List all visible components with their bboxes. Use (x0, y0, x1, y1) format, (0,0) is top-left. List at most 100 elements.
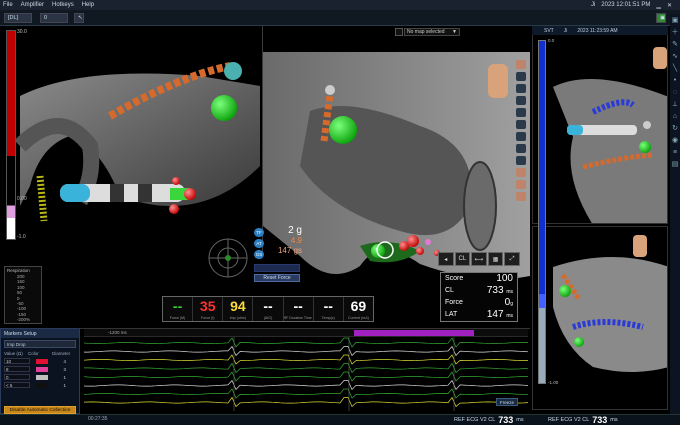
view-thumb[interactable] (516, 192, 526, 201)
respiration-title: Respiration (7, 268, 30, 273)
legend-value[interactable]: 10 (4, 358, 30, 364)
metric-cell: -- (AIG) (253, 297, 284, 321)
pointer-icon[interactable]: ↖ (74, 13, 84, 23)
view-thumb[interactable] (516, 120, 526, 129)
catheter-head (224, 62, 242, 80)
legend-row[interactable]: 01 (1, 373, 79, 381)
metric-value: -- (323, 298, 333, 314)
view-divider (262, 26, 263, 256)
legend-row[interactable]: 83 (1, 365, 79, 373)
legend-diameter[interactable]: 4 (54, 359, 77, 364)
rf-bar (354, 330, 474, 336)
menu-file[interactable]: File (3, 2, 13, 8)
tag-icon[interactable]: ⌂ (673, 112, 677, 121)
lasso-icon[interactable]: ◌ (673, 88, 677, 97)
egm-trace (84, 362, 528, 374)
egm-time-label: -1200 ms (108, 330, 127, 335)
refresh-icon[interactable]: ↻ (672, 124, 678, 133)
reset-force-button[interactable]: Reset Force (254, 274, 300, 282)
eye-icon[interactable]: ◉ (672, 136, 678, 145)
right-timestamp: 2023 11:23:59 AM (577, 27, 618, 34)
metric-value: 69 (350, 298, 367, 314)
metric-label: Force (M) (169, 316, 186, 320)
view-thumb[interactable] (516, 60, 526, 69)
header-diameter: Diameter (52, 351, 71, 356)
view-thumb[interactable] (516, 180, 526, 189)
score-toolbar: ◂ CL ⟷ ▦ ⤢ (438, 252, 520, 266)
camera-icon[interactable]: ▤ (672, 160, 679, 169)
curve-icon[interactable]: ∿ (672, 52, 678, 61)
voltage-color-bar[interactable] (6, 30, 16, 240)
status-time: 00:27:35 (88, 416, 108, 422)
view-thumbnails (516, 60, 528, 230)
egm-traces[interactable] (84, 337, 528, 411)
legend-diameter[interactable]: 3 (54, 367, 77, 372)
legend-row[interactable]: < 5 1 (1, 381, 79, 389)
pen-icon[interactable]: ✎ (672, 40, 678, 49)
legend-color-swatch[interactable] (35, 366, 48, 372)
view-thumb[interactable] (516, 132, 526, 141)
menu-hotkeys[interactable]: Hotkeys (52, 2, 74, 8)
layers-icon[interactable]: ≡ (673, 148, 677, 157)
tool-column: ▣ ＋ ✎ ∿ ╲ • ◌ ⟂ ⌂ ↻ ◉ ≡ ▤ (670, 14, 680, 425)
view-thumb[interactable] (516, 144, 526, 153)
menu-bar: File Amplifier Hotkeys Help Ji 2023 12:0… (0, 0, 680, 10)
respiration-panel: Respiration 200 150 100 50 0 -50 -100 -1… (4, 266, 42, 324)
freeze-button[interactable]: Freeze (496, 398, 518, 406)
egm-trace (84, 379, 528, 391)
view-thumb[interactable] (516, 168, 526, 177)
legend-row[interactable]: 10 4 (1, 357, 79, 365)
scale-mid: 0.00 (17, 196, 27, 202)
legend-value[interactable]: < 5 (4, 382, 30, 388)
cl-label: CL (445, 287, 454, 294)
marker-type-select[interactable]: Imp Drop (4, 340, 76, 348)
align-left-icon[interactable]: ◂ (438, 252, 454, 266)
ruler-icon[interactable]: ⟂ (673, 100, 678, 109)
cl-button[interactable]: CL (454, 252, 471, 266)
legend-value[interactable]: 8 (4, 366, 30, 372)
view-thumb[interactable] (516, 84, 526, 93)
map-icon[interactable]: ▣ (672, 16, 679, 25)
legend-diameter[interactable]: 1 (54, 375, 77, 380)
ref-ecg-readout-2: REF ECG V2 CL 733 ms (548, 414, 618, 425)
plus-icon[interactable]: ＋ (672, 28, 679, 37)
ref-ecg-unit: ms (610, 416, 618, 423)
view-thumb[interactable] (516, 108, 526, 117)
score-panel: Score 100 CL 733 ms Force 0g LAT 147 ms (440, 272, 518, 322)
legend-value[interactable]: 0 (4, 374, 30, 380)
metric-cell: 69 Current (mA) (344, 297, 373, 321)
menu-amplifier[interactable]: Amplifier (21, 2, 44, 8)
minimize-icon[interactable]: ▁ (656, 2, 661, 9)
map-icon[interactable]: ▣ (656, 13, 666, 23)
metric-value: 94 (230, 298, 246, 314)
line-icon[interactable]: ╲ (673, 64, 677, 73)
grid-icon[interactable]: ▦ (487, 252, 504, 266)
layout-button[interactable]: [DL] (4, 13, 32, 23)
egm-trace (84, 337, 528, 348)
header-color: Color (28, 351, 39, 356)
map-visibility-checkbox[interactable] (395, 28, 403, 36)
ruler-icon[interactable]: ⟷ (471, 252, 487, 266)
coil-catheter (36, 175, 48, 222)
legend-color-swatch[interactable] (35, 358, 48, 364)
map-select[interactable]: No map selected ▼ (404, 28, 460, 36)
legend-color-swatch[interactable] (35, 374, 48, 380)
view-thumb[interactable] (516, 72, 526, 81)
right-top-3d-view[interactable] (532, 26, 668, 224)
view-thumb[interactable] (516, 156, 526, 165)
disable-collection-button[interactable]: Disable Automatic Collection (4, 406, 76, 414)
view-thumb[interactable] (516, 96, 526, 105)
legend-color-swatch[interactable] (35, 382, 48, 388)
expand-icon[interactable]: ⤢ (504, 252, 520, 266)
legend-diameter[interactable]: 1 (54, 383, 77, 388)
close-icon[interactable]: ✕ (667, 2, 672, 9)
menu-help[interactable]: Help (82, 2, 94, 8)
counter-select[interactable]: 0 (40, 13, 68, 23)
voltage-color-bar-right[interactable] (538, 40, 546, 384)
force-bar (254, 264, 300, 272)
right-top-render (553, 47, 667, 223)
force-values: 2 g 4.9 147 gs (268, 226, 302, 256)
green-marker-1 (211, 95, 237, 121)
point-icon[interactable]: • (674, 76, 676, 85)
legend-title: Markers Setup (1, 329, 79, 338)
